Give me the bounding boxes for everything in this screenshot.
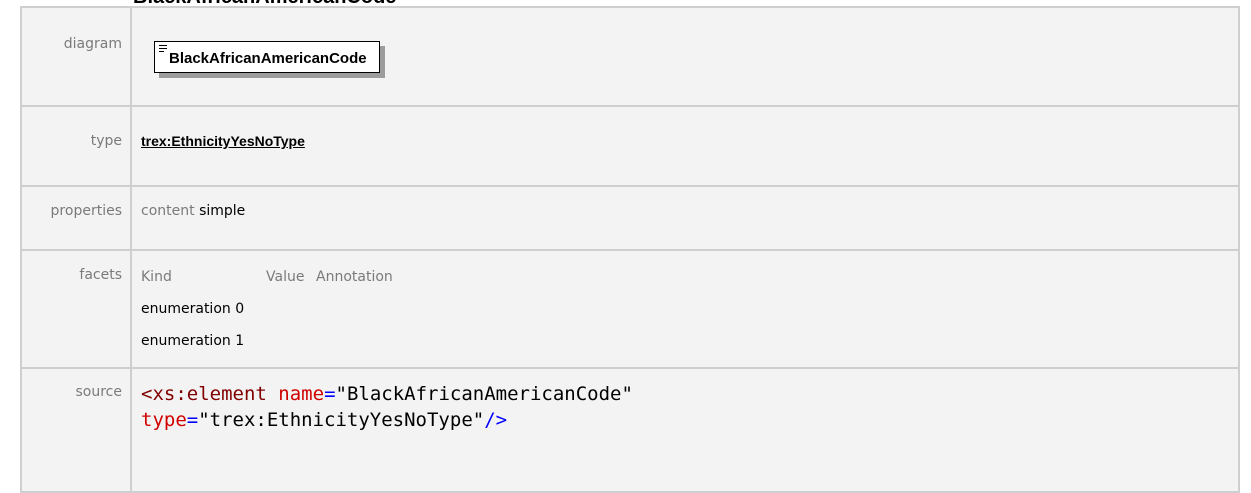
element-diagram[interactable]: BlackAfricanAmericanCode <box>154 41 380 73</box>
source-cell: <xs:element name="BlackAfricanAmericanCo… <box>130 367 1240 493</box>
source-attr-name: name <box>278 383 325 405</box>
properties-row: properties content simple <box>20 185 1240 251</box>
element-box-name: BlackAfricanAmericanCode <box>169 50 367 67</box>
facets-row: facets Kind Value Annotation enumeration 0… <box>20 249 1240 369</box>
content-lines-icon <box>159 45 167 54</box>
source-attr-value: "trex:EthnicityYesNoType" <box>198 409 485 431</box>
facet-item: enumeration 0 <box>141 299 1238 319</box>
source-tag-open: <xs:element <box>141 383 267 405</box>
type-row: type trex:EthnicityYesNoType <box>20 105 1240 187</box>
element-box[interactable]: BlackAfricanAmericanCode <box>154 41 380 73</box>
facet-value: 0 <box>235 301 245 317</box>
facet-kind: enumeration <box>141 333 231 349</box>
facets-header-kind: Kind <box>141 269 172 285</box>
facets-cell: Kind Value Annotation enumeration 0 enumer… <box>130 249 1240 369</box>
facet-value: 1 <box>235 333 245 349</box>
type-label: type <box>20 105 132 187</box>
source-equals: = <box>186 409 199 431</box>
source-attr-value: "BlackAfricanAmericanCode" <box>335 383 633 405</box>
facets-header: Kind Value Annotation <box>141 267 1238 287</box>
facets-label: facets <box>20 249 132 369</box>
schema-element-table: diagram BlackAfricanAmericanCode type tr… <box>20 6 1240 493</box>
source-tag-close: /> <box>484 409 508 431</box>
diagram-row: diagram BlackAfricanAmericanCode <box>20 6 1240 107</box>
diagram-label: diagram <box>20 6 132 107</box>
properties-value: simple <box>199 203 246 219</box>
facets-header-annotation: Annotation <box>316 269 393 285</box>
type-cell: trex:EthnicityYesNoType <box>130 105 1240 187</box>
facet-kind: enumeration <box>141 301 231 317</box>
source-label: source <box>20 367 132 493</box>
facets-header-value: Value <box>266 269 305 285</box>
source-equals: = <box>324 383 336 405</box>
type-link[interactable]: trex:EthnicityYesNoType <box>141 133 305 149</box>
properties-cell: content simple <box>130 185 1240 251</box>
diagram-cell: BlackAfricanAmericanCode <box>130 6 1240 107</box>
source-row: source <xs:element name="BlackAfricanAme… <box>20 367 1240 493</box>
properties-key: content <box>141 203 195 219</box>
properties-label: properties <box>20 185 132 251</box>
facet-item: enumeration 1 <box>141 331 1238 351</box>
source-attr-name: type <box>141 409 187 431</box>
source-code: <xs:element name="BlackAfricanAmericanCo… <box>141 381 1238 433</box>
